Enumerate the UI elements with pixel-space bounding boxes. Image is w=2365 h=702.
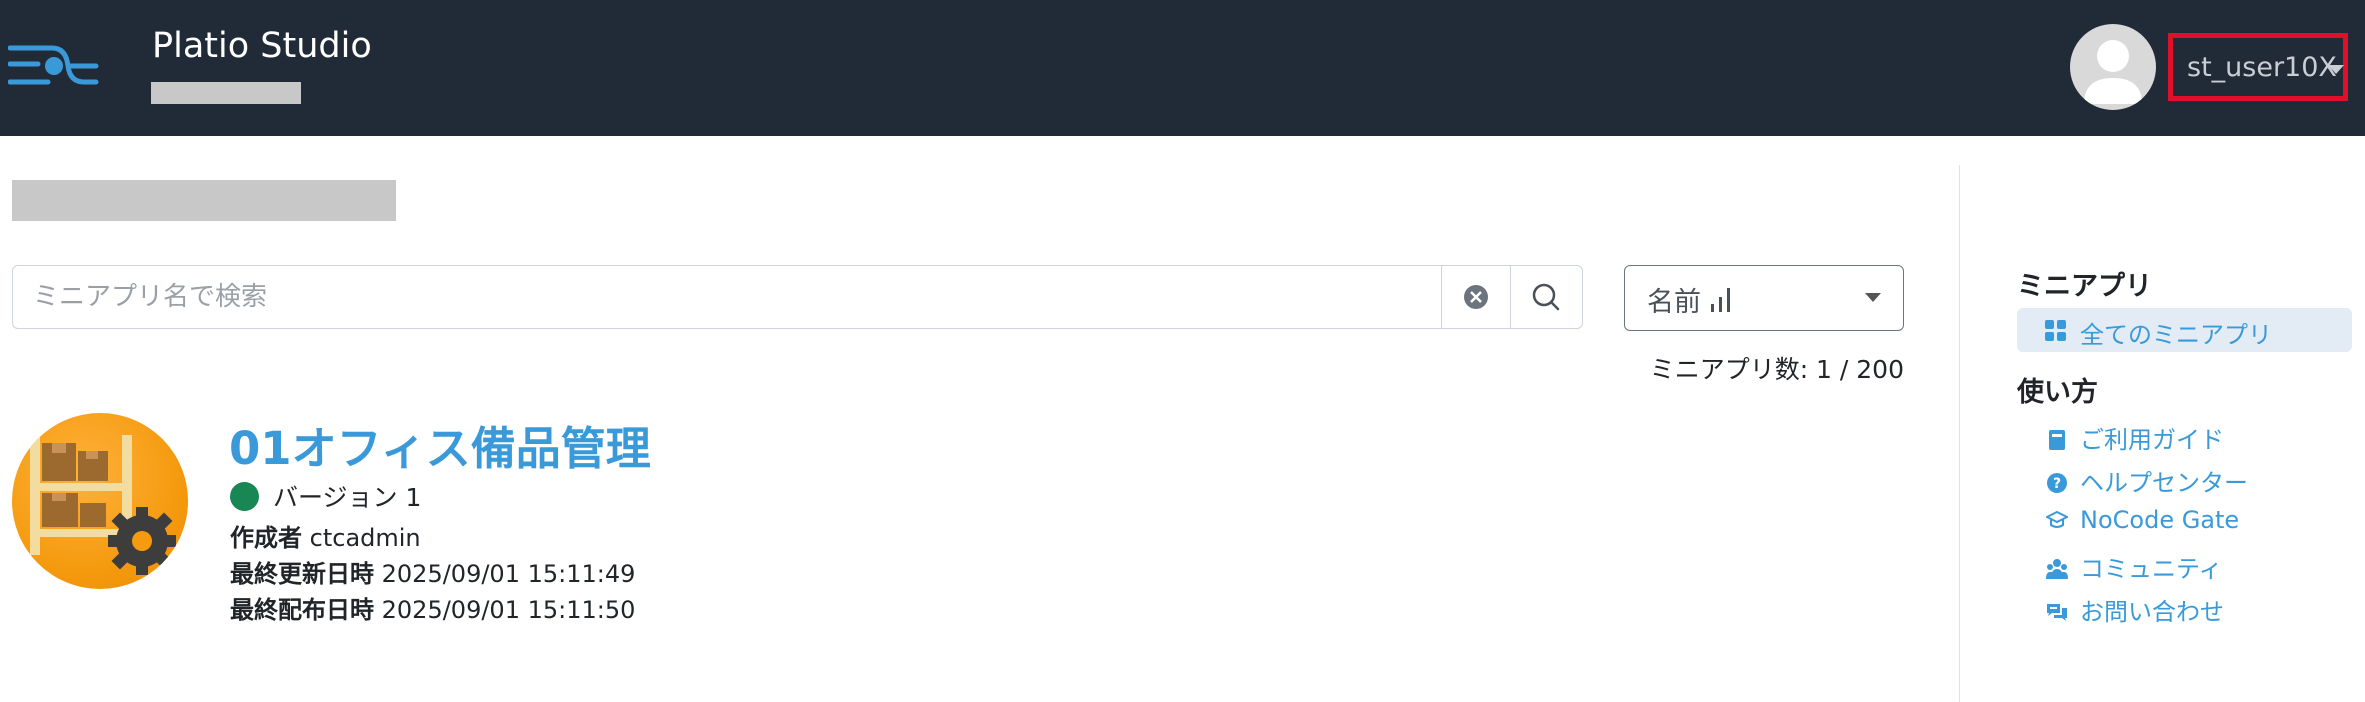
sidebar-item-help-center[interactable]: ? ヘルプセンター [2046,463,2248,497]
user-silhouette-icon [2084,40,2142,104]
version-status: バージョン 1 [230,478,421,514]
sidebar-item-community[interactable]: コミュニティ [2046,549,2223,583]
sidebar-item-label: ヘルプセンター [2080,469,2248,497]
sidebar-heading-howto: 使い方 [2017,377,2098,408]
sort-amount-icon [1711,288,1730,312]
creator-label: 作成者 [230,524,302,552]
user-name: st_user10X [2187,52,2337,83]
sidebar-item-label: 全てのミニアプリ [2080,321,2272,349]
question-circle-icon: ? [2047,473,2067,493]
published-label: 最終配布日時 [230,596,374,624]
published-value: 2025/09/01 15:11:50 [381,596,636,624]
sidebar-item-all-apps[interactable]: 全てのミニアプリ [2017,308,2352,352]
app-name-link[interactable]: 01オフィス備品管理 [229,412,651,477]
shelf-gear-icon [30,435,176,575]
sidebar-divider [1959,165,1960,702]
graduation-cap-icon [2046,510,2068,528]
sidebar-item-label: NoCode Gate [2080,506,2240,534]
clear-search-button[interactable] [1441,266,1510,328]
comments-icon [2047,604,2067,621]
logo-icon[interactable] [8,42,100,94]
status-dot-icon [230,482,259,511]
sidebar-heading-miniapps: ミニアプリ [2017,271,2152,302]
updated-label: 最終更新日時 [230,560,374,588]
app-count: ミニアプリ数: 1 / 200 [1649,355,1904,384]
sidebar-item-nocode-gate[interactable]: NoCode Gate [2046,506,2239,540]
sort-dropdown[interactable]: 名前 [1624,265,1904,331]
svg-text:?: ? [2053,476,2061,492]
page-title-redacted [12,180,396,221]
grid-icon [2045,320,2066,341]
users-icon [2046,559,2068,579]
search-button[interactable] [1510,266,1582,328]
caret-down-icon [2328,65,2344,74]
sidebar-item-guide[interactable]: ご利用ガイド [2046,420,2224,454]
user-menu-dropdown[interactable]: st_user10X [2168,33,2348,101]
sidebar-item-contact[interactable]: お問い合わせ [2046,592,2224,626]
app-title: Platio Studio [152,26,372,66]
top-bar: Platio Studio st_user10X [0,0,2365,136]
clear-circle-icon [1464,285,1488,309]
updated-value: 2025/09/01 15:11:49 [381,560,636,588]
creator-row: 作成者 ctcadmin [230,518,421,553]
avatar[interactable] [2070,24,2156,110]
book-icon [2049,430,2065,450]
sidebar-item-label: ご利用ガイド [2080,426,2224,454]
sidebar-item-label: コミュニティ [2080,555,2223,583]
published-row: 最終配布日時 2025/09/01 15:11:50 [230,590,635,625]
sidebar-item-label: お問い合わせ [2080,598,2224,626]
creator-value: ctcadmin [309,524,421,552]
app-icon[interactable] [12,413,188,589]
sort-selected-label: 名前 [1647,287,1701,318]
search-input[interactable] [13,266,1441,328]
caret-down-icon [1865,293,1881,302]
version-label: バージョン 1 [273,483,422,512]
search-bar [12,265,1583,329]
organization-name-redacted [151,82,301,104]
search-icon [1532,283,1560,311]
updated-row: 最終更新日時 2025/09/01 15:11:49 [230,554,635,589]
